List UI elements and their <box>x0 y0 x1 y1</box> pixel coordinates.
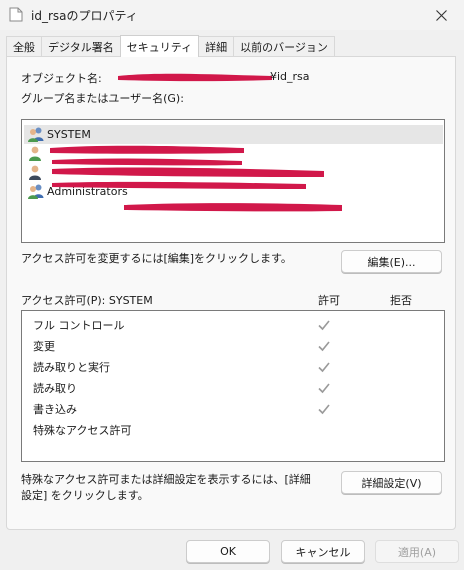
file-icon <box>9 7 23 22</box>
user-name: SYSTEM <box>47 128 91 141</box>
tab-security[interactable]: セキュリティ <box>119 35 200 57</box>
object-name-label: オブジェクト名: <box>21 72 102 85</box>
ok-button[interactable]: OK <box>186 540 270 563</box>
user-icon <box>29 146 41 161</box>
redacted-path-mark <box>118 73 272 82</box>
tab-details[interactable]: 詳細 <box>198 36 235 56</box>
security-panel: オブジェクト名: ¥id_rsa グループ名またはユーザー名(G): SYSTE… <box>6 56 456 530</box>
object-name-value: ¥id_rsa <box>270 70 310 83</box>
permission-name: 書き込み <box>33 403 77 416</box>
permission-name: 読み取り <box>33 382 77 395</box>
users-listbox[interactable]: SYSTEM Administrators <box>21 119 445 243</box>
advanced-hint-line1: 特殊なアクセス許可または詳細設定を表示するには、[詳細 <box>21 473 311 486</box>
permission-name: 特殊なアクセス許可 <box>33 424 132 437</box>
permission-row-read: 読み取り <box>33 378 433 398</box>
permission-name: フル コントロール <box>33 319 125 332</box>
cancel-button[interactable]: キャンセル <box>281 540 365 563</box>
permissions-label: アクセス許可(P): SYSTEM <box>21 294 153 307</box>
allow-check-icon <box>318 341 330 352</box>
permission-row-read-execute: 読み取りと実行 <box>33 357 433 377</box>
group-users-icon <box>28 127 44 142</box>
allow-check-icon <box>318 320 330 331</box>
window-title: id_rsaのプロパティ <box>31 9 138 23</box>
allow-check-icon <box>318 383 330 394</box>
allow-check-icon <box>318 362 330 373</box>
allow-column-header: 許可 <box>318 294 340 307</box>
permission-row-special: 特殊なアクセス許可 <box>33 420 433 440</box>
permission-name: 変更 <box>33 340 55 353</box>
redacted-user-names-mark <box>50 145 342 212</box>
close-icon <box>435 9 447 21</box>
permission-row-write: 書き込み <box>33 399 433 419</box>
apply-button[interactable]: 適用(A) <box>375 540 459 563</box>
permission-row-full-control: フル コントロール <box>33 315 433 335</box>
permissions-listbox: フル コントロール 変更 読み取りと実行 読み取り 書き込み 特殊なアクセス許可 <box>21 310 445 462</box>
tab-digital-signature[interactable]: デジタル署名 <box>41 36 121 56</box>
title-bar: id_rsaのプロパティ <box>0 0 464 30</box>
advanced-hint-line2: 設定] をクリックします。 <box>21 489 149 502</box>
allow-check-icon <box>318 404 330 415</box>
edit-button[interactable]: 編集(E)... <box>341 250 442 273</box>
group-users-icon <box>28 184 44 199</box>
permission-row-modify: 変更 <box>33 336 433 356</box>
deny-column-header: 拒否 <box>390 294 412 307</box>
permission-name: 読み取りと実行 <box>33 361 110 374</box>
tab-general[interactable]: 全般 <box>6 36 42 56</box>
advanced-button[interactable]: 詳細設定(V) <box>341 471 442 494</box>
edit-hint: アクセス許可を変更するには[編集]をクリックします。 <box>21 252 292 265</box>
close-button[interactable] <box>418 0 464 30</box>
tab-bar: 全般 デジタル署名 セキュリティ 詳細 以前のバージョン <box>6 35 335 57</box>
groups-label: グループ名またはユーザー名(G): <box>21 92 184 105</box>
tab-previous-versions[interactable]: 以前のバージョン <box>233 36 335 56</box>
user-icon <box>29 165 41 180</box>
